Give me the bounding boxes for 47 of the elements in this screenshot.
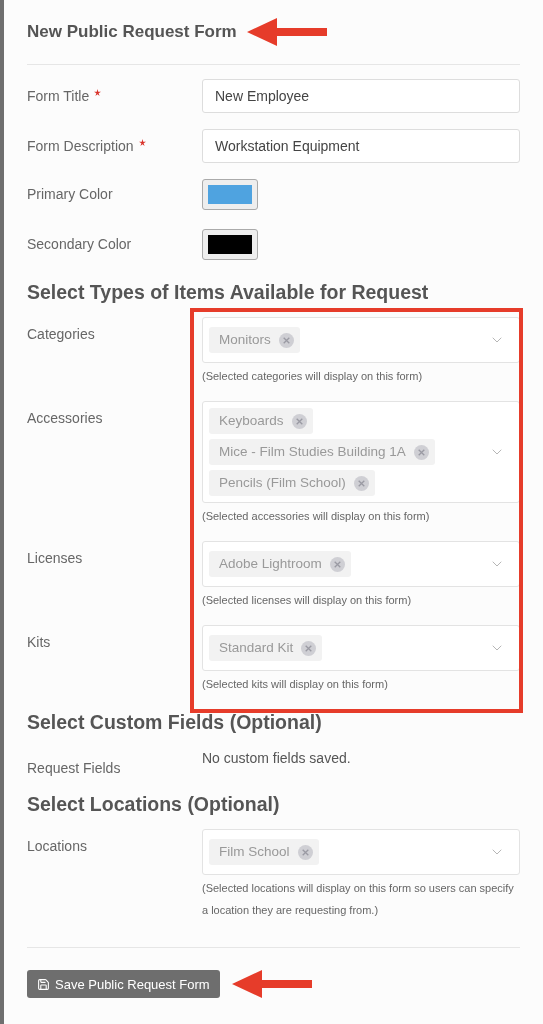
field-label: Categories xyxy=(27,325,96,344)
remove-icon[interactable] xyxy=(301,640,317,656)
field-label: Accessories xyxy=(27,409,104,428)
help-text: (Selected kits will display on this form) xyxy=(202,677,389,692)
field-label: Form Description xyxy=(27,138,134,154)
field-label: Request Fields xyxy=(27,759,122,778)
required-icon xyxy=(94,89,102,96)
selected-tag: Monitors xyxy=(209,327,300,353)
color-picker[interactable] xyxy=(202,229,258,260)
selected-tag: Pencils (Film School) xyxy=(209,470,375,496)
empty-message: No custom fields saved. xyxy=(202,749,352,768)
selected-tag: Mice - Film Studies Building 1A xyxy=(209,439,435,465)
section-heading: Select Locations (Optional) xyxy=(27,792,281,817)
multi-select[interactable]: Monitors xyxy=(202,317,520,363)
section-heading: Select Types of Items Available for Request xyxy=(27,280,430,305)
field-label: Locations xyxy=(27,837,88,856)
section-heading: Select Custom Fields (Optional) xyxy=(27,710,323,735)
remove-icon[interactable] xyxy=(413,444,429,460)
field-label: Kits xyxy=(27,633,52,652)
selected-tag: Standard Kit xyxy=(209,635,323,661)
text-field[interactable]: Workstation Equipment xyxy=(202,129,520,163)
selected-tag: Adobe Lightroom xyxy=(209,551,351,577)
color-picker[interactable] xyxy=(202,179,258,210)
required-icon xyxy=(138,139,146,146)
multi-select[interactable]: Keyboards Mice - Film Studies Building 1A Pencils (Film School) xyxy=(202,401,520,503)
multi-select[interactable]: Standard Kit xyxy=(202,625,520,671)
selected-tag: Film School xyxy=(209,839,319,865)
field-label: Licenses xyxy=(27,549,84,568)
form-title: New Public Request Form xyxy=(27,22,237,42)
help-text: (Selected locations will display on this form so users can specify a location they are requesting from.) xyxy=(202,881,515,918)
remove-icon[interactable] xyxy=(297,844,313,860)
remove-icon[interactable] xyxy=(291,413,307,429)
multi-select[interactable]: Adobe Lightroom xyxy=(202,541,520,587)
remove-icon[interactable] xyxy=(353,475,369,491)
field-label: Secondary Color xyxy=(27,236,132,252)
field-label: Primary Color xyxy=(27,186,113,202)
help-text: (Selected categories will display on this form) xyxy=(202,369,424,384)
save-icon xyxy=(37,977,50,991)
remove-icon[interactable] xyxy=(329,556,345,572)
field-label: Form Title xyxy=(27,88,90,104)
remove-icon[interactable] xyxy=(278,332,294,348)
save-button[interactable]: Save Public Request Form xyxy=(27,970,220,998)
multi-select[interactable]: Film School xyxy=(202,829,520,875)
selected-tag: Keyboards xyxy=(209,408,313,434)
help-text: (Selected licenses will display on this form) xyxy=(202,593,413,608)
text-field[interactable]: New Employee xyxy=(202,79,520,113)
help-text: (Selected accessories will display on this form) xyxy=(202,509,431,524)
